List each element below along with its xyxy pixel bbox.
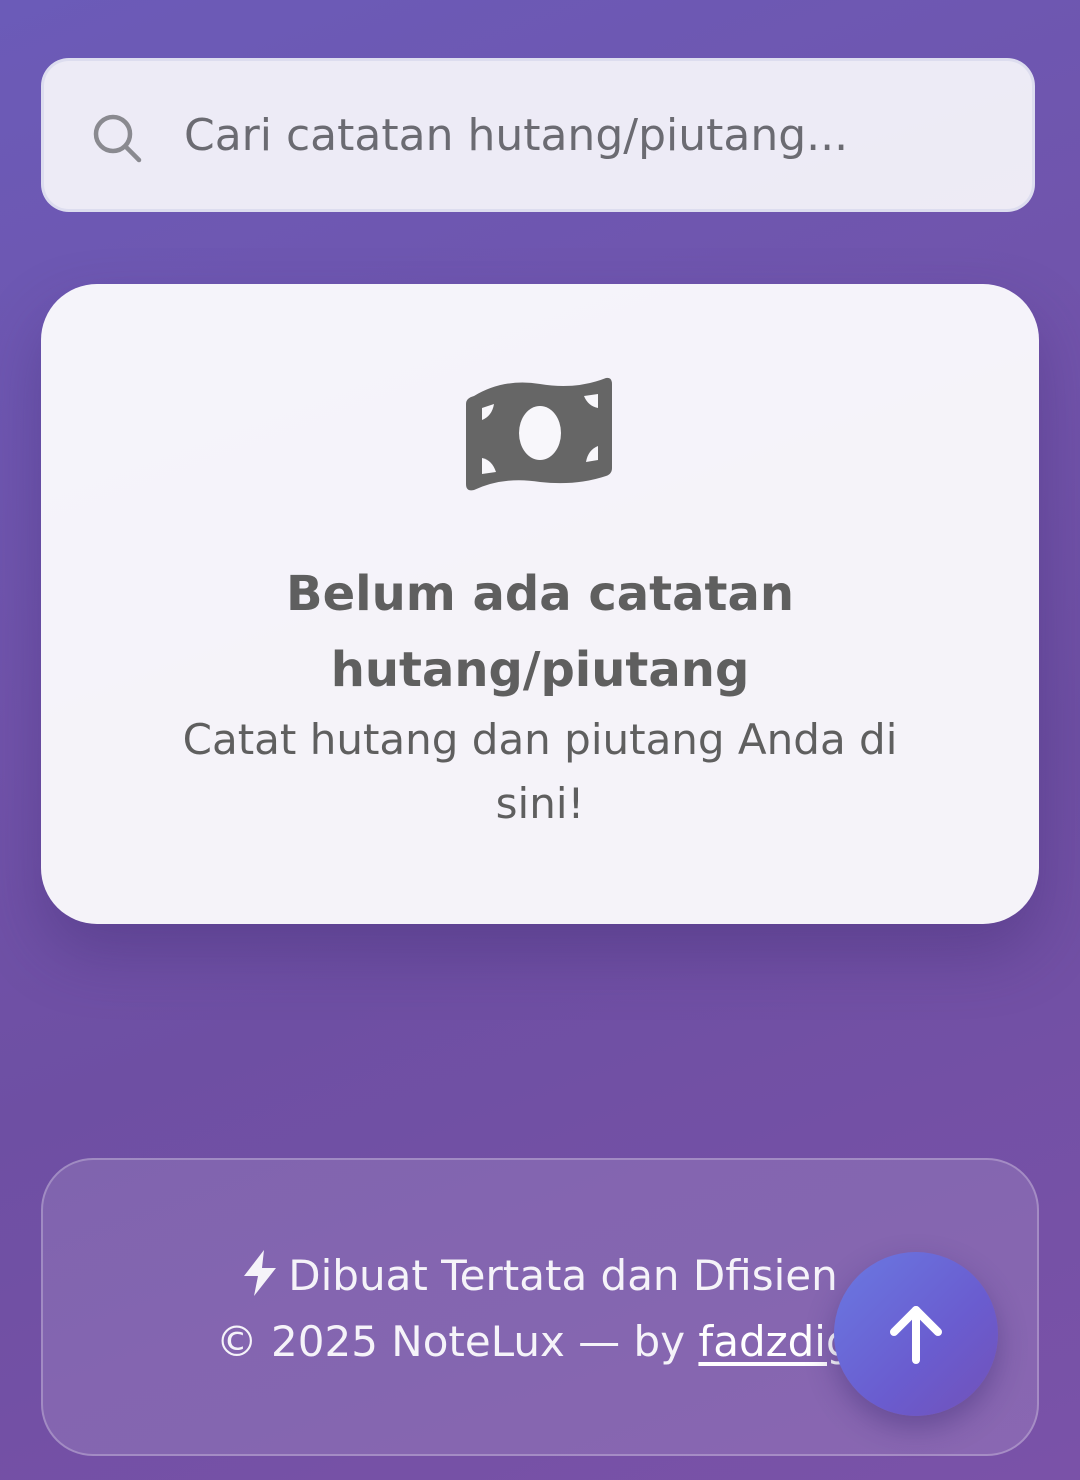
empty-state-card: Belum ada catatan hutang/piutang Catat h… — [41, 284, 1039, 924]
money-bill-icon — [466, 377, 612, 491]
search-bar[interactable] — [41, 58, 1035, 212]
arrow-up-icon — [890, 1306, 942, 1364]
search-icon — [93, 114, 142, 163]
bolt-icon — [244, 1250, 277, 1296]
search-input[interactable] — [184, 89, 984, 181]
scroll-to-top-button[interactable] — [834, 1252, 998, 1416]
footer-copyright: © 2025 NoteLux — by — [215, 1317, 686, 1366]
empty-state-title: Belum ada catatan hutang/piutang — [285, 566, 795, 698]
footer-tagline: Dibuat Tertata dan Dfisien — [288, 1251, 838, 1300]
empty-state-subtitle: Catat hutang dan piutang Anda di sini! — [182, 715, 898, 828]
